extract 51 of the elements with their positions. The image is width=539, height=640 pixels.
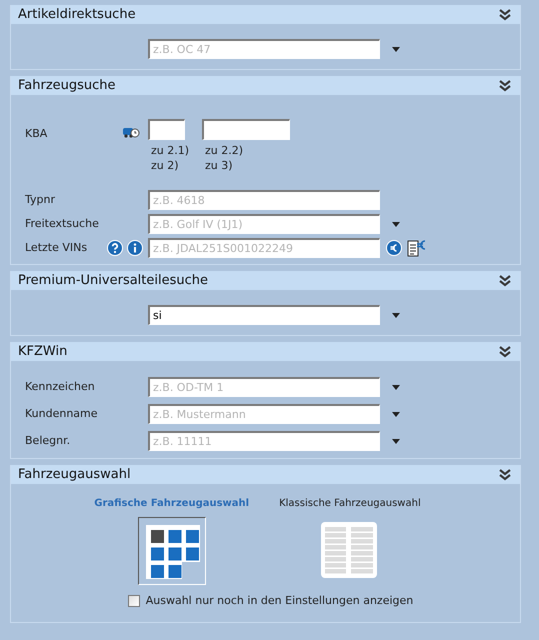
section-title: Artikeldirektsuche: [18, 6, 136, 24]
search-field[interactable]: si: [148, 305, 380, 325]
field-label: Kundenname: [25, 406, 98, 422]
field-label: Kennzeichen: [25, 378, 95, 395]
field-label: Typnr: [25, 192, 55, 208]
input-field[interactable]: z.B. OD-TM 1: [148, 377, 380, 397]
input-field[interactable]: z.B. OC 47: [148, 39, 380, 59]
section-header[interactable]: Fahrzeugsuche: [11, 76, 520, 95]
checkbox[interactable]: [128, 595, 140, 608]
field-note: zu 3): [205, 158, 234, 173]
input-field[interactable]: z.B. JDAL251S001022249: [148, 238, 380, 258]
section-title: KFZWin: [18, 342, 68, 361]
field-label: Letzte VINs: [25, 240, 88, 256]
collapse-icon[interactable]: [498, 274, 512, 286]
collapse-icon[interactable]: [498, 346, 512, 358]
collapse-icon[interactable]: [498, 8, 512, 20]
section-header[interactable]: Premium-Universalteilesuche: [11, 271, 520, 290]
collapse-icon[interactable]: [498, 468, 512, 480]
list-icon: [320, 522, 379, 580]
dropdown-caret-icon[interactable]: [392, 222, 400, 226]
dropdown-caret-icon[interactable]: [392, 46, 400, 52]
dropdown-caret-icon[interactable]: [392, 438, 400, 444]
dropdown-caret-icon[interactable]: [392, 412, 400, 416]
section-title: Premium-Universalteilesuche: [18, 272, 208, 290]
input-field[interactable]: [148, 119, 185, 140]
input-field[interactable]: z.B. 4618: [148, 190, 380, 210]
dropdown-caret-icon[interactable]: [392, 312, 400, 318]
collapse-icon[interactable]: [498, 80, 512, 92]
input-field[interactable]: z.B. Mustermann: [148, 404, 380, 424]
field-note: zu 2): [151, 158, 180, 173]
info-icon[interactable]: [127, 240, 143, 256]
field-label: KBA: [25, 126, 48, 142]
field-label: Freitextsuche: [25, 216, 99, 232]
car-clock-icon[interactable]: [122, 125, 140, 139]
section-title: Fahrzeugauswahl: [18, 466, 131, 484]
section-header[interactable]: Artikeldirektsuche: [11, 5, 520, 24]
euro-icon[interactable]: [386, 240, 402, 256]
checkbox-label: Auswahl nur noch in den Einstellungen anzeigen: [146, 593, 414, 609]
section-header[interactable]: KFZWin: [11, 342, 520, 361]
input-field[interactable]: z.B. 11111: [148, 431, 380, 451]
dropdown-caret-icon[interactable]: [392, 384, 400, 390]
field-label: Belegnr.: [25, 432, 70, 449]
section-header[interactable]: Fahrzeugauswahl: [11, 465, 520, 484]
input-field[interactable]: [202, 119, 290, 140]
field-note: zu 2.1): [151, 143, 190, 158]
help-icon[interactable]: [107, 240, 123, 256]
input-field[interactable]: z.B. Golf IV (1J1): [148, 214, 380, 234]
view-option[interactable]: Klassische Fahrzeugauswahl: [279, 496, 421, 585]
section-title: Fahrzeugsuche: [18, 76, 116, 95]
field-note: zu 2.2): [205, 143, 244, 158]
price-document-icon[interactable]: [407, 239, 427, 257]
